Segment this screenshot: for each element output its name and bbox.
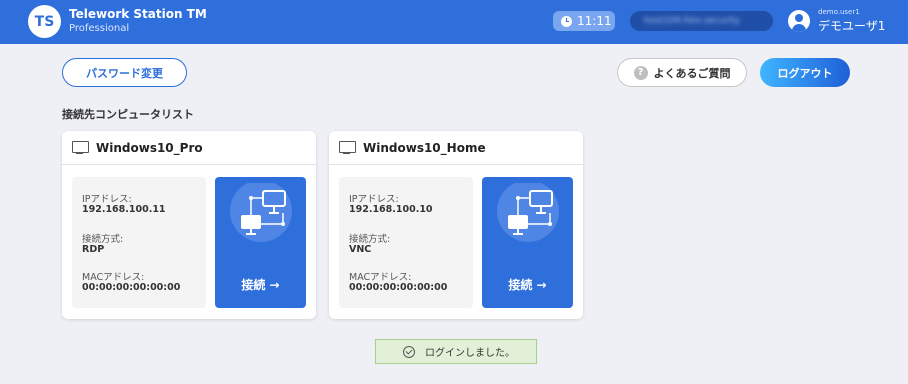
connect-button-label: 接続 → <box>508 278 547 292</box>
mac-value: 00:00:00:00:00:00 <box>349 282 448 293</box>
app-title: Telework Station TM <box>69 7 207 21</box>
computer-name: Windows10_Home <box>363 140 486 155</box>
user-avatar-icon[interactable] <box>788 10 810 32</box>
faq-button[interactable]: ? よくあるご質問 <box>617 58 747 87</box>
computer-card: Windows10_Home IPアドレス: 192.168.100.10 接続… <box>329 131 583 319</box>
method-label: 接続方式: <box>82 234 124 245</box>
help-bubble-icon: ? <box>633 65 648 80</box>
toast-message: ログインしました。 <box>425 348 515 359</box>
method-label: 接続方式: <box>349 234 391 245</box>
ip-value: 192.168.100.11 <box>82 204 166 215</box>
change-password-button[interactable]: パスワード変更 <box>62 58 187 87</box>
ip-label: IPアドレス: <box>349 194 399 205</box>
network-icon <box>497 183 559 242</box>
computer-info: IPアドレス: 192.168.100.11 接続方式: RDP MACアドレス… <box>72 177 206 308</box>
server-indicator: host109.fotx.security <box>630 11 773 31</box>
server-name: host109.fotx.security <box>644 16 740 26</box>
app-header: TS Telework Station TM Professional 11:1… <box>0 0 908 44</box>
card-header: Windows10_Home <box>329 131 583 165</box>
user-name[interactable]: デモユーザ1 <box>818 17 885 34</box>
clock-display: 11:11 <box>553 11 615 31</box>
ip-value: 192.168.100.10 <box>349 204 433 215</box>
card-header: Windows10_Pro <box>62 131 316 165</box>
app-edition: Professional <box>69 23 130 34</box>
monitor-icon <box>72 140 89 155</box>
monitor-icon <box>339 140 356 155</box>
network-icon <box>230 183 292 242</box>
computer-list-heading: 接続先コンピュータリスト <box>62 108 194 121</box>
app-logo: TS <box>28 5 61 38</box>
connect-button[interactable]: 接続 → <box>482 177 573 308</box>
logout-button[interactable]: ログアウト <box>760 58 850 87</box>
clock-time: 11:11 <box>577 14 612 28</box>
mac-label: MACアドレス: <box>349 272 412 283</box>
connect-button[interactable]: 接続 → <box>215 177 306 308</box>
method-value: VNC <box>349 244 372 255</box>
check-circle-icon <box>403 345 415 358</box>
ip-label: IPアドレス: <box>82 194 132 205</box>
method-value: RDP <box>82 244 105 255</box>
faq-button-label: よくあるご質問 <box>653 66 731 80</box>
user-id: demo.user1 <box>818 8 860 16</box>
computer-name: Windows10_Pro <box>96 140 203 155</box>
mac-value: 00:00:00:00:00:00 <box>82 282 181 293</box>
connect-button-label: 接続 → <box>241 278 280 292</box>
mac-label: MACアドレス: <box>82 272 145 283</box>
computer-card: Windows10_Pro IPアドレス: 192.168.100.11 接続方… <box>62 131 316 319</box>
computer-info: IPアドレス: 192.168.100.10 接続方式: VNC MACアドレス… <box>339 177 473 308</box>
login-success-toast: ログインしました。 <box>375 339 537 364</box>
clock-icon <box>561 15 572 27</box>
